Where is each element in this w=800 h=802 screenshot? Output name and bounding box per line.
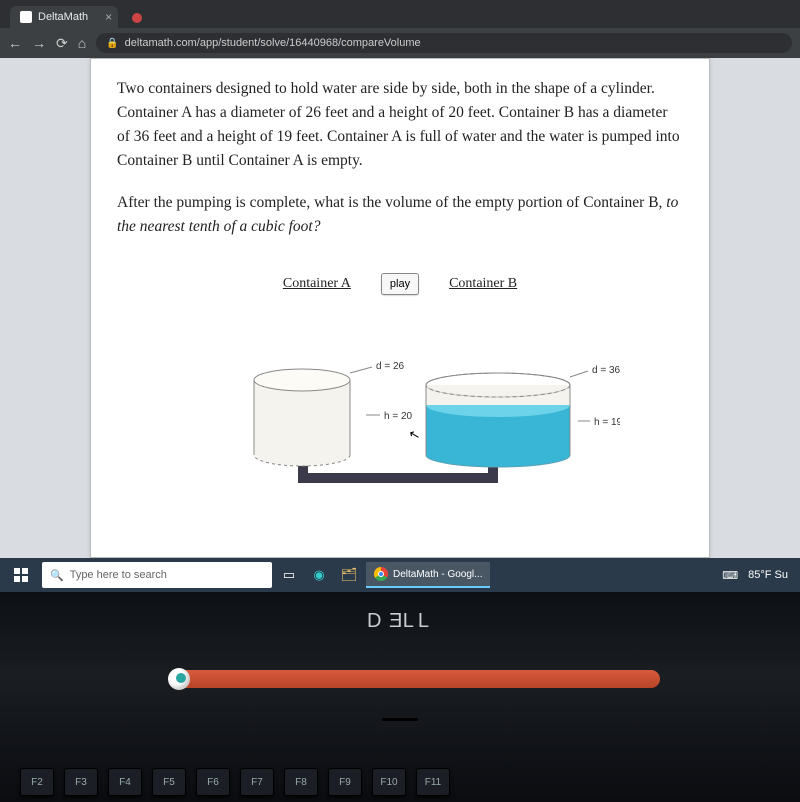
stylus-pen xyxy=(170,670,660,688)
container-b-shape: d = 36 h = 19 xyxy=(426,365,620,467)
key-f5: F5 xyxy=(152,768,186,796)
key-f10: F10 xyxy=(372,768,406,796)
browser-tab-strip: DeltaMath × xyxy=(0,0,800,28)
search-icon: 🔍 xyxy=(50,569,64,582)
lock-icon: 🔒 xyxy=(106,38,118,49)
diagram-svg: d = 26 h = 20 xyxy=(180,325,620,505)
container-a-label: Container A xyxy=(283,276,351,292)
taskbar-tray: ⌨ 85°F Su xyxy=(722,569,796,582)
touchpad-indicator xyxy=(382,718,418,721)
key-f11: F11 xyxy=(416,768,450,796)
question-lead: After the pumping is complete, what is t… xyxy=(117,194,666,211)
file-explorer-icon[interactable]: 🗂 xyxy=(336,562,362,588)
page-viewport: Two containers designed to hold water ar… xyxy=(0,58,800,558)
forward-icon[interactable]: → xyxy=(32,35,46,51)
taskbar-app-label: DeltaMath - Googl... xyxy=(393,569,482,580)
browser-tab-active[interactable]: DeltaMath × xyxy=(10,6,118,28)
problem-card: Two containers designed to hold water ar… xyxy=(90,58,710,558)
favicon-other xyxy=(132,13,142,23)
problem-question: After the pumping is complete, what is t… xyxy=(117,191,683,239)
close-icon[interactable]: × xyxy=(105,10,112,24)
taskbar-app-chrome[interactable]: DeltaMath - Googl... xyxy=(366,562,490,588)
task-view-icon[interactable]: ▭ xyxy=(276,562,302,588)
home-icon[interactable]: ⌂ xyxy=(78,35,86,51)
key-f2: F2 xyxy=(20,768,54,796)
key-f8: F8 xyxy=(284,768,318,796)
problem-paragraph: Two containers designed to hold water ar… xyxy=(117,77,683,173)
pipe-horizontal xyxy=(298,473,498,483)
container-labels-row: Container A play Container B xyxy=(117,273,683,295)
url-text: deltamath.com/app/student/solve/16440968… xyxy=(125,37,421,49)
tab-title: DeltaMath xyxy=(38,11,88,23)
windows-icon xyxy=(14,568,28,582)
key-f6: F6 xyxy=(196,768,230,796)
dell-logo: DELL xyxy=(0,592,800,633)
weather-widget[interactable]: 85°F Su xyxy=(748,569,788,581)
container-a-shape: d = 26 h = 20 xyxy=(254,361,413,466)
dim-a-d: d = 26 xyxy=(376,361,405,372)
reload-icon[interactable]: ⟳ xyxy=(56,35,68,52)
windows-taskbar: 🔍 Type here to search ▭ ◉ 🗂 DeltaMath - … xyxy=(0,558,800,592)
laptop-body: DELL F2 F3 F4 F5 F6 F7 F8 F9 F10 F11 xyxy=(0,592,800,802)
key-f7: F7 xyxy=(240,768,274,796)
key-f3: F3 xyxy=(64,768,98,796)
edge-icon[interactable]: ◉ xyxy=(306,562,332,588)
function-key-row: F2 F3 F4 F5 F6 F7 F8 F9 F10 F11 xyxy=(0,768,800,796)
favicon-deltamath xyxy=(20,11,32,23)
key-f9: F9 xyxy=(328,768,362,796)
keyboard-icon[interactable]: ⌨ xyxy=(722,569,738,582)
play-button[interactable]: play xyxy=(381,273,419,295)
taskbar-search[interactable]: 🔍 Type here to search xyxy=(42,562,272,588)
browser-tab-inactive[interactable] xyxy=(118,8,162,28)
cylinder-diagram: d = 26 h = 20 xyxy=(117,325,683,505)
dim-b-d: d = 36 xyxy=(592,365,620,376)
search-placeholder: Type here to search xyxy=(70,569,167,581)
browser-toolbar: ← → ⟳ ⌂ 🔒 deltamath.com/app/student/solv… xyxy=(0,28,800,58)
key-f4: F4 xyxy=(108,768,142,796)
dim-a-h: h = 20 xyxy=(384,411,413,422)
chrome-icon xyxy=(374,567,388,581)
back-icon[interactable]: ← xyxy=(8,35,22,51)
container-b-label: Container B xyxy=(449,276,517,292)
start-button[interactable] xyxy=(4,561,38,589)
address-bar[interactable]: 🔒 deltamath.com/app/student/solve/164409… xyxy=(96,33,792,53)
dim-b-h: h = 19 xyxy=(594,417,620,428)
